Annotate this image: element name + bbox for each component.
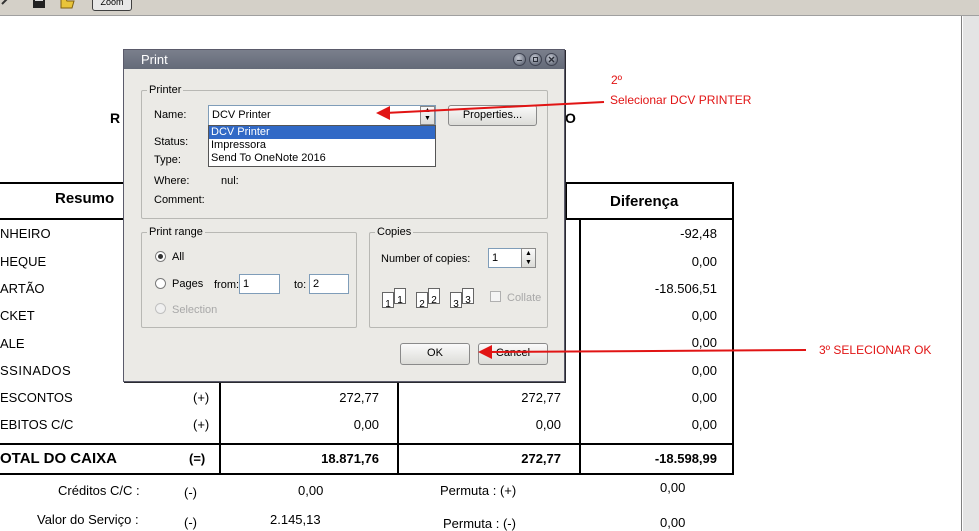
annotation-arrows: [376, 101, 807, 359]
annotation-step2-number: 2º: [611, 73, 623, 87]
arrow-to-dcv-printer: [376, 101, 605, 120]
arrow-to-ok-button: [478, 345, 807, 359]
annotation-step2-text: Selecionar DCV PRINTER: [610, 93, 752, 107]
annotation-step3-text: 3º SELECIONAR OK: [819, 343, 932, 357]
